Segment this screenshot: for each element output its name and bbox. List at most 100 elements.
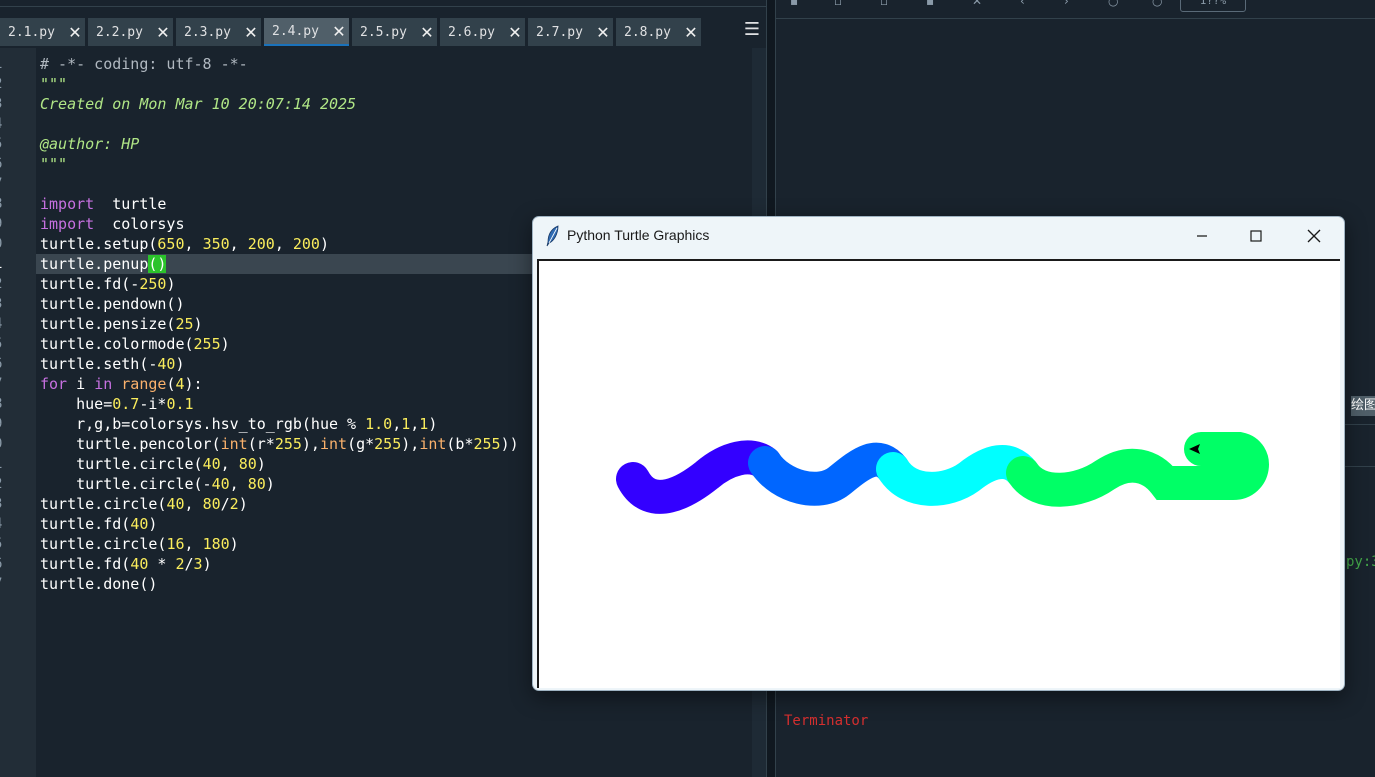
code-token: 40 <box>166 495 185 513</box>
code-line[interactable]: """ <box>36 74 752 94</box>
close-icon[interactable]: ✕ <box>505 23 525 42</box>
tab-2-5-py[interactable]: 2.5.py ✕ <box>352 18 437 46</box>
turtle-drawing <box>616 432 1269 514</box>
copy-icon[interactable]: ▫ <box>834 0 842 8</box>
code-token: ) <box>193 315 203 333</box>
clear-icon[interactable]: ✕ <box>972 0 982 8</box>
back-icon[interactable]: ‹ <box>1020 0 1025 8</box>
code-token: 200 <box>292 235 320 253</box>
line-number: 5 <box>0 534 6 554</box>
maximize-button[interactable] <box>1227 217 1285 255</box>
code-line[interactable]: """ <box>36 154 752 174</box>
window-title-bar[interactable]: Python Turtle Graphics <box>533 217 1344 255</box>
tab-2-4-py[interactable]: 2.4.py ✕ <box>264 18 349 46</box>
code-token: i <box>67 375 95 393</box>
code-token: int <box>220 435 248 453</box>
code-line[interactable]: import turtle <box>36 194 752 214</box>
code-line[interactable]: # -*- coding: utf-8 -*- <box>36 54 752 74</box>
code-token: turtle.circle( <box>40 455 203 473</box>
turtle-graphics-window[interactable]: Python Turtle Graphics <box>532 216 1345 691</box>
hamburger-menu-icon[interactable]: ☰ <box>744 19 760 40</box>
code-token: ) <box>202 555 212 573</box>
close-icon[interactable]: ✕ <box>153 23 173 42</box>
code-token: ) <box>148 515 158 533</box>
close-icon[interactable]: ✕ <box>593 23 613 42</box>
forward-icon[interactable]: › <box>1064 0 1069 8</box>
code-token: (g* <box>347 435 375 453</box>
code-token: # -*- coding: utf-8 -*- <box>40 55 248 73</box>
line-number: 3 <box>0 294 6 314</box>
code-token: in <box>94 375 113 393</box>
close-icon[interactable]: ✕ <box>241 23 261 42</box>
code-token: """ <box>40 155 68 173</box>
code-token: 40 <box>157 355 176 373</box>
zoom-out-icon[interactable]: ○ <box>1152 0 1162 8</box>
snake-segment-4 <box>1006 432 1269 507</box>
line-number: 4 <box>0 514 6 534</box>
tab-2-3-py[interactable]: 2.3.py ✕ <box>176 18 261 46</box>
code-token: 0.7 <box>112 395 140 413</box>
minimize-icon <box>1197 235 1207 237</box>
code-token: -i* <box>139 395 167 413</box>
tab-label: 2.7.py <box>536 24 583 40</box>
turtle-canvas[interactable] <box>537 259 1340 688</box>
tab-2-2-py[interactable]: 2.2.py ✕ <box>88 18 173 46</box>
tab-label: 2.6.py <box>448 24 495 40</box>
code-token: for <box>40 375 68 393</box>
tab-2-6-py[interactable]: 2.6.py ✕ <box>440 18 525 46</box>
plots-tab[interactable]: 绘图 <box>1351 396 1375 416</box>
code-token: turtle.seth(- <box>40 355 158 373</box>
close-icon[interactable]: ✕ <box>329 22 349 41</box>
clipboard-icon[interactable]: ▫ <box>880 0 888 8</box>
code-token: 255 <box>473 435 501 453</box>
close-icon[interactable]: ✕ <box>681 23 701 42</box>
maximize-icon <box>1250 230 1262 242</box>
minimize-button[interactable] <box>1173 217 1231 255</box>
code-token: Created on Mon Mar 10 20:07:14 2025 <box>40 95 357 113</box>
code-token: 80 <box>238 455 257 473</box>
save-icon[interactable]: ▪ <box>790 0 798 8</box>
code-token: 1.0 <box>365 415 393 433</box>
code-token: 1 <box>401 415 411 433</box>
code-line[interactable] <box>36 174 752 194</box>
code-line[interactable]: Created on Mon Mar 10 20:07:14 2025 <box>36 94 752 114</box>
code-token: ) <box>166 275 176 293</box>
console-traceback-text: py:3 <box>1346 554 1375 570</box>
tab-2-8-py[interactable]: 2.8.py ✕ <box>616 18 701 46</box>
code-token: @author: HP <box>40 135 140 153</box>
code-token: turtle.setup( <box>40 235 158 253</box>
code-token: , <box>220 455 239 473</box>
close-icon[interactable]: ✕ <box>65 23 85 42</box>
code-token: / <box>220 495 230 513</box>
zoom-in-icon[interactable]: ○ <box>1108 0 1118 8</box>
code-line[interactable]: @author: HP <box>36 134 752 154</box>
code-token: int <box>319 435 348 453</box>
tab-2-7-py[interactable]: 2.7.py ✕ <box>528 18 613 46</box>
delete-icon[interactable]: ▪ <box>926 0 934 8</box>
code-token: 350 <box>202 235 230 253</box>
tab-label: 2.8.py <box>624 24 671 40</box>
code-token: 250 <box>139 275 167 293</box>
code-token: ) <box>428 415 438 433</box>
console-toolbar: ▪ ▫ ▫ ▪ ✕ ‹ › ○ ○ 1??% <box>776 0 1375 14</box>
code-token: () <box>148 255 167 273</box>
close-icon[interactable]: ✕ <box>417 23 437 42</box>
line-number: 1 <box>0 454 6 474</box>
code-token: 40 <box>130 515 149 533</box>
snake-segment-1 <box>616 440 782 514</box>
code-token: (r* <box>247 435 275 453</box>
code-token: turtle.pendown() <box>40 295 185 313</box>
line-number: 7 <box>0 374 6 394</box>
code-token: / <box>184 555 194 573</box>
code-token: r,g,b=colorsys.hsv_to_rgb(hue % <box>40 415 366 433</box>
close-button[interactable] <box>1285 217 1343 255</box>
zoom-level[interactable]: 1??% <box>1180 0 1246 12</box>
line-number-gutter: 123456789012345678901234567 <box>0 48 36 777</box>
code-token: 40 <box>211 475 230 493</box>
code-token: 255 <box>193 335 221 353</box>
tab-2-1-py[interactable]: 2.1.py ✕ <box>0 18 85 46</box>
code-line[interactable] <box>36 114 752 134</box>
code-token: int <box>419 435 447 453</box>
code-token: """ <box>40 75 68 93</box>
line-number: 5 <box>0 334 6 354</box>
